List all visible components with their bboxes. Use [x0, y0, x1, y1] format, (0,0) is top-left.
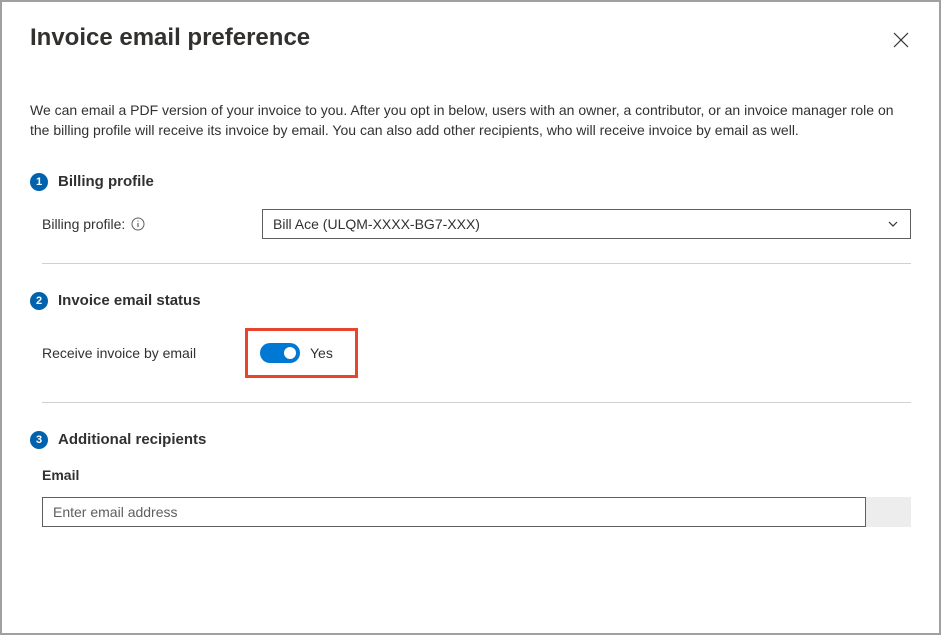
divider [42, 402, 911, 403]
receive-invoice-label: Receive invoice by email [42, 345, 242, 361]
billing-profile-label: Billing profile: [42, 216, 262, 232]
section-additional-recipients: 3 Additional recipients Email [30, 431, 911, 527]
section-billing-profile: 1 Billing profile Billing profile: Bill … [30, 173, 911, 264]
billing-profile-selected: Bill Ace (ULQM-XXXX-BG7-XXX) [273, 216, 480, 232]
toggle-value-label: Yes [310, 345, 333, 361]
close-button[interactable] [891, 30, 911, 50]
section-heading-billing: 1 Billing profile [30, 173, 911, 191]
divider [42, 263, 911, 264]
section-title-status: Invoice email status [58, 292, 201, 309]
receive-invoice-toggle[interactable] [260, 343, 300, 363]
section-title-recipients: Additional recipients [58, 431, 206, 448]
billing-profile-dropdown[interactable]: Bill Ace (ULQM-XXXX-BG7-XXX) [262, 209, 911, 239]
section-title-billing: Billing profile [58, 173, 154, 190]
toggle-highlight-box: Yes [245, 328, 358, 378]
close-icon [891, 30, 911, 50]
description-text: We can email a PDF version of your invoi… [30, 100, 911, 141]
toggle-knob [284, 347, 296, 359]
email-input[interactable] [42, 497, 866, 527]
section-invoice-status: 2 Invoice email status Receive invoice b… [30, 292, 911, 403]
page-title: Invoice email preference [30, 24, 310, 52]
email-label: Email [42, 467, 911, 483]
step-badge-1: 1 [30, 173, 48, 191]
section-heading-recipients: 3 Additional recipients [30, 431, 911, 449]
section-heading-status: 2 Invoice email status [30, 292, 911, 310]
info-icon[interactable] [131, 217, 145, 231]
chevron-down-icon [886, 217, 900, 231]
step-badge-2: 2 [30, 292, 48, 310]
step-badge-3: 3 [30, 431, 48, 449]
email-row [42, 497, 911, 527]
